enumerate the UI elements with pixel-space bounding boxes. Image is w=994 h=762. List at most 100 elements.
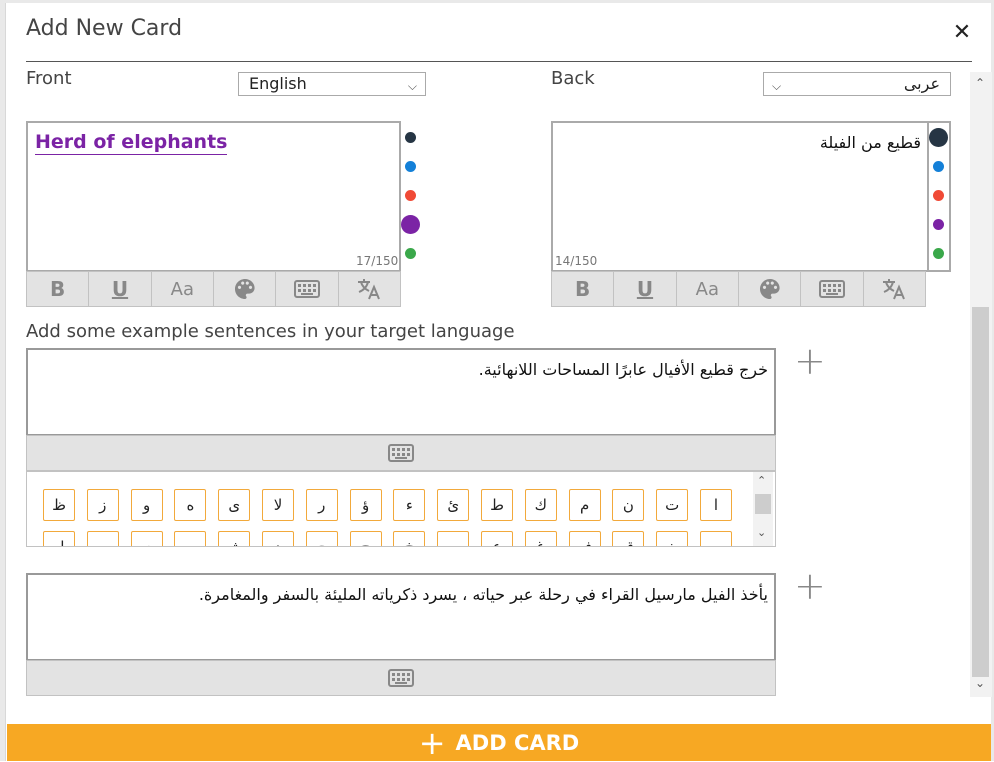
keyboard-icon [293, 280, 320, 298]
keyboard-key[interactable]: ص [700, 531, 732, 546]
translate-button[interactable] [339, 272, 400, 306]
keyboard-key[interactable]: غ [524, 531, 557, 546]
font-size-button[interactable]: Aa [152, 272, 214, 306]
front-char-counter: 17/150 [356, 254, 399, 268]
add-sentence-button-1[interactable]: + [794, 342, 826, 380]
add-card-label: ADD CARD [455, 730, 580, 755]
dialog-title: Add New Card [26, 16, 183, 41]
keyboard-icon [388, 444, 414, 462]
keyboard-scroll-thumb[interactable] [755, 494, 771, 514]
color-swatch-dark[interactable] [929, 128, 948, 147]
keyboard-key[interactable]: ه [437, 531, 470, 546]
keyboard-key[interactable]: ع [481, 531, 513, 546]
keyboard-key[interactable]: م [568, 489, 601, 521]
front-language-select[interactable]: English ⌵ [238, 72, 426, 96]
keyboard-key[interactable]: ي [130, 531, 163, 546]
keyboard-key[interactable]: ا [700, 489, 732, 521]
keyboard-icon [818, 280, 845, 298]
scroll-up-icon[interactable]: ⌃ [975, 76, 985, 90]
back-editor[interactable]: قطيع من الفيلة 14/150 [551, 121, 951, 272]
translate-button[interactable] [864, 272, 925, 306]
palette-icon [234, 279, 255, 299]
color-swatch-green[interactable] [933, 248, 944, 259]
palette-icon [759, 279, 780, 299]
keyboard-key[interactable]: ش [218, 531, 251, 546]
color-swatch-blue[interactable] [933, 161, 944, 172]
keyboard-toggle-bar-1[interactable] [26, 435, 776, 471]
keyboard-key[interactable]: ل [43, 531, 75, 546]
keyboard-toggle-bar-2[interactable] [26, 660, 776, 696]
scroll-up-icon[interactable]: ⌃ [757, 474, 766, 487]
back-char-counter: 14/150 [555, 254, 598, 268]
font-size-button[interactable]: Aa [677, 272, 739, 306]
front-text: Herd of elephants [35, 131, 228, 155]
scroll-down-icon[interactable]: ⌄ [757, 526, 766, 539]
keyboard-key[interactable]: ه [174, 489, 207, 521]
keyboard-button[interactable] [801, 272, 864, 306]
front-toolbar: B U Aa [26, 271, 401, 307]
dialog-body: Front English ⌵ Back عربى ⌵ Herd of elep… [8, 62, 970, 722]
keyboard-key[interactable]: و [130, 489, 163, 521]
color-swatch-purple[interactable] [401, 215, 420, 234]
back-language-select[interactable]: عربى ⌵ [763, 72, 951, 96]
back-label: Back [551, 68, 595, 89]
color-swatch-red[interactable] [933, 190, 944, 201]
underline-button[interactable]: U [89, 272, 152, 306]
close-button[interactable]: ✕ [951, 20, 973, 46]
dialog-scroll-thumb[interactable] [972, 307, 989, 677]
keyboard-key[interactable]: ر [305, 489, 338, 521]
front-label: Front [26, 68, 72, 89]
keyboard-scrollbar[interactable]: ⌃ ⌄ [753, 472, 773, 546]
keyboard-icon [388, 669, 414, 687]
translate-icon [883, 279, 906, 300]
keyboard-key[interactable]: ز [86, 489, 119, 521]
palette-button[interactable] [214, 272, 277, 306]
keyboard-key[interactable]: ب [86, 531, 119, 546]
keyboard-key[interactable]: خ [393, 531, 426, 546]
keyboard-key[interactable]: لا [262, 489, 294, 521]
add-card-button[interactable]: + ADD CARD [7, 724, 991, 761]
back-text: قطيع من الفيلة [819, 133, 921, 152]
front-editor[interactable]: Herd of elephants 17/150 [26, 121, 420, 272]
keyboard-key[interactable]: ن [612, 489, 645, 521]
plus-icon: + [418, 723, 446, 762]
chevron-down-icon: ⌵ [772, 79, 782, 93]
chevron-down-icon: ⌵ [407, 79, 417, 93]
bold-button[interactable]: B [27, 272, 90, 306]
keyboard-key[interactable]: ء [393, 489, 426, 521]
back-language-value: عربى [903, 74, 940, 93]
color-swatch-dark[interactable] [405, 132, 416, 143]
color-swatch-purple[interactable] [933, 219, 944, 230]
color-swatch-green[interactable] [405, 248, 416, 259]
add-sentence-button-2[interactable]: + [794, 567, 826, 605]
example-sentence-input-2[interactable]: يأخذ الفيل مارسيل القراء في رحلة عبر حيا… [26, 573, 776, 661]
front-language-value: English [249, 74, 307, 93]
bold-button[interactable]: B [552, 272, 615, 306]
keyboard-key[interactable]: ؤ [349, 489, 382, 521]
keyboard-key[interactable]: ئ [437, 489, 470, 521]
keyboard-key[interactable]: ج [305, 531, 338, 546]
underline-button[interactable]: U [614, 272, 677, 306]
color-swatch-blue[interactable] [405, 161, 416, 172]
translate-icon [358, 279, 381, 300]
example-sentence-input-1[interactable]: خرج قطيع الأفيال عابرًا المساحات اللانها… [26, 348, 776, 436]
keyboard-key[interactable]: ط [481, 489, 513, 521]
scroll-down-icon[interactable]: ⌄ [975, 676, 985, 690]
examples-label: Add some example sentences in your targe… [26, 321, 515, 342]
keyboard-button[interactable] [276, 272, 339, 306]
keyboard-key[interactable]: س [174, 531, 207, 546]
palette-button[interactable] [739, 272, 802, 306]
keyboard-key[interactable]: ظ [43, 489, 75, 521]
keyboard-key[interactable]: ح [349, 531, 382, 546]
keyboard-key[interactable]: ف [568, 531, 601, 546]
arabic-keyboard: ظ ز و ه ى لا ر ؤ ء ئ ط ك م ن ت ا لبيسشدجحخهعغفقثص ⌃ ⌄ [26, 471, 776, 547]
keyboard-key[interactable]: د [262, 531, 294, 546]
keyboard-key[interactable]: ى [218, 489, 251, 521]
keyboard-key[interactable]: ث [656, 531, 689, 546]
back-toolbar: B U Aa [551, 271, 926, 307]
keyboard-key[interactable]: ت [656, 489, 689, 521]
keyboard-key[interactable]: ق [612, 531, 645, 546]
back-color-swatches [927, 123, 949, 270]
color-swatch-red[interactable] [405, 190, 416, 201]
keyboard-key[interactable]: ك [524, 489, 557, 521]
